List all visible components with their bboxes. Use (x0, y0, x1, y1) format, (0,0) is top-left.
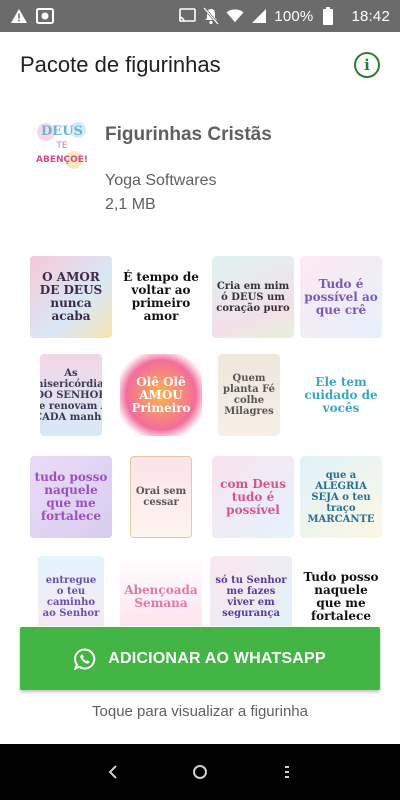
wifi-icon (226, 7, 244, 25)
battery-icon (319, 7, 337, 25)
sticker-item[interactable]: tudo posso naquele que me fortalece (30, 456, 112, 538)
app-bar: Pacote de figurinhas i (0, 32, 400, 98)
sticker-item[interactable]: só tu Senhor me fazes viver em segurança (210, 556, 292, 626)
status-bar: 100% 18:42 (0, 0, 400, 32)
signal-icon (250, 7, 268, 25)
sticker-grid: O AMOR DE DEUS nunca acaba É tempo de vo… (24, 252, 384, 626)
sticker-item[interactable]: Cria em mim ó DEUS um coração puro (212, 256, 294, 338)
pack-header: DEUS TE ABENÇOE! Figurinhas Cristãs Yoga… (0, 110, 400, 230)
sticker-item[interactable]: com Deus tudo é possível (212, 456, 294, 538)
pack-size: 2,1 MB (105, 196, 156, 213)
mute-icon (202, 7, 220, 25)
navigation-bar (0, 744, 400, 800)
photo-icon (36, 7, 54, 25)
sticker-item[interactable]: Olê Olê AMOU Primeiro (120, 354, 202, 436)
pack-name: Figurinhas Cristãs (105, 124, 272, 145)
sticker-item[interactable]: entregue o teu caminho ao Senhor (38, 556, 104, 626)
pack-author: Yoga Softwares (105, 172, 217, 189)
sticker-item[interactable]: Tudo é possível ao que crê (300, 256, 382, 338)
sticker-item[interactable]: O AMOR DE DEUS nunca acaba (30, 256, 112, 338)
back-icon[interactable] (101, 760, 125, 784)
add-to-whatsapp-button[interactable]: ADICIONAR AO WHATSAPP (20, 627, 380, 690)
sticker-item[interactable]: Orai sem cessar (130, 456, 192, 538)
pack-icon-text-1: DEUS (41, 124, 83, 139)
add-button-label: ADICIONAR AO WHATSAPP (108, 649, 326, 667)
sticker-item[interactable]: Quem planta Fé colhe Milagres (218, 354, 280, 436)
sticker-item[interactable]: Ele tem cuidado de vocês (300, 354, 382, 436)
page-title: Pacote de figurinhas (20, 52, 221, 77)
battery-percent: 100% (274, 7, 314, 25)
pack-icon-text-3: ABENÇOE! (36, 155, 88, 165)
whatsapp-icon (73, 648, 96, 670)
screen: 100% 18:42 Pacote de figurinhas i DEUS T… (0, 0, 400, 800)
warning-icon (10, 7, 28, 25)
sticker-item[interactable]: Tudo posso naquele que me fortalece (300, 556, 382, 626)
clock: 18:42 (351, 7, 390, 25)
sticker-item[interactable]: Abençoada Semana (120, 556, 202, 626)
recents-icon[interactable] (275, 760, 299, 784)
pack-tray-icon: DEUS TE ABENÇOE! (36, 118, 88, 170)
sticker-item[interactable]: que a ALEGRIA SEJA o teu traço MARCANTE (300, 456, 382, 538)
home-icon[interactable] (188, 760, 212, 784)
hint-text: Toque para visualizar a figurinha (92, 703, 308, 720)
cast-icon (178, 7, 197, 25)
pack-icon-text-2: TE (55, 141, 67, 151)
info-icon[interactable]: i (354, 52, 380, 78)
sticker-item[interactable]: É tempo de voltar ao primeiro amor (120, 256, 202, 338)
sticker-item[interactable]: As misericórdias DO SENHOR se renovam A … (40, 354, 102, 436)
